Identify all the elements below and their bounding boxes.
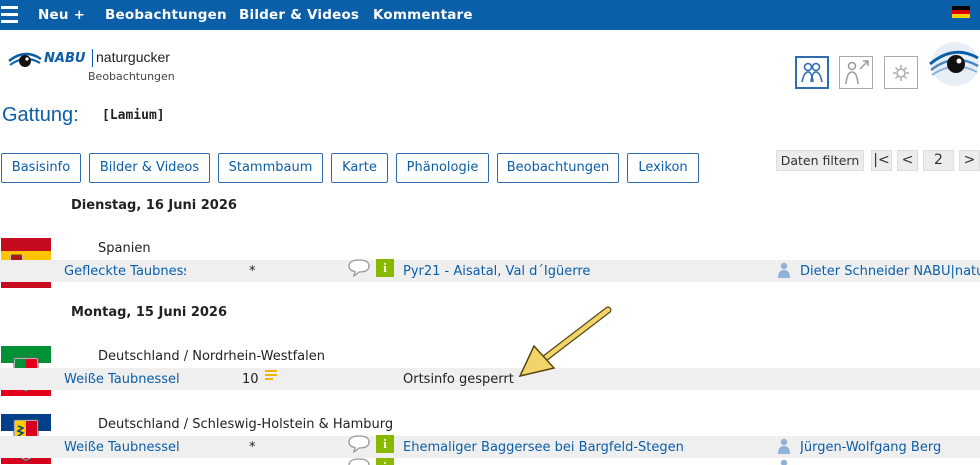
menu-icon[interactable] bbox=[1, 6, 19, 23]
logo-subtitle: Beobachtungen bbox=[88, 70, 175, 83]
comment-bubble-icon[interactable] bbox=[347, 458, 371, 465]
tab-images-videos[interactable]: Bilder & Videos bbox=[89, 153, 210, 183]
region-label: Deutschland / Schleswig-Holstein & Hambu… bbox=[98, 417, 394, 432]
person-arrow-icon[interactable] bbox=[839, 56, 873, 89]
naturgucker-logo[interactable]: NABU naturgucker Beobachtungen bbox=[8, 44, 178, 88]
prev-page-button[interactable]: < bbox=[897, 150, 918, 171]
eye-logo-icon bbox=[8, 52, 42, 67]
logo-nabu: NABU bbox=[44, 51, 86, 66]
tab-beobachtungen[interactable]: Beobachtungen bbox=[497, 153, 619, 183]
comment-bubble-icon[interactable] bbox=[347, 259, 371, 277]
tab-phaenologie[interactable]: Phänologie bbox=[396, 153, 489, 183]
next-page-button[interactable]: > bbox=[959, 150, 980, 171]
logo-divider bbox=[92, 49, 93, 67]
first-page-button[interactable]: |< bbox=[871, 150, 892, 171]
settings-icon[interactable] bbox=[884, 56, 918, 89]
german-flag-icon[interactable] bbox=[952, 6, 970, 18]
logo-name: naturgucker bbox=[96, 49, 170, 65]
count-value: * bbox=[249, 440, 256, 455]
count-value: * bbox=[249, 264, 256, 279]
genus-value: [Lamium] bbox=[102, 108, 165, 123]
top-nav-bar: Neu + Beobachtungen Bilder & Videos Komm… bbox=[0, 0, 980, 30]
tab-karte[interactable]: Karte bbox=[331, 153, 388, 183]
count-value: 10 bbox=[242, 372, 259, 387]
nav-images-videos[interactable]: Bilder & Videos bbox=[239, 7, 359, 23]
person-icon bbox=[778, 262, 790, 278]
date-heading: Dienstag, 16 Juni 2026 bbox=[71, 198, 237, 213]
genus-label: Gattung: bbox=[2, 104, 79, 126]
tab-stammbaum[interactable]: Stammbaum bbox=[218, 153, 323, 183]
observer-link[interactable]: Dieter Schneider NABU|naturgucker bbox=[800, 264, 980, 279]
tab-basisinfo[interactable]: Basisinfo bbox=[1, 153, 81, 183]
naturgucker-eye-icon[interactable] bbox=[928, 40, 980, 92]
location-locked: Ortsinfo gesperrt bbox=[403, 372, 514, 387]
region-label: Deutschland / Nordrhein-Westfalen bbox=[98, 349, 325, 364]
nav-new[interactable]: Neu + bbox=[38, 7, 85, 23]
person-icon bbox=[778, 438, 790, 454]
person-icon bbox=[780, 459, 788, 465]
annotation-arrow-icon bbox=[518, 306, 612, 378]
info-icon[interactable]: i bbox=[376, 435, 394, 453]
tab-lexikon[interactable]: Lexikon bbox=[627, 153, 699, 183]
nav-observations[interactable]: Beobachtungen bbox=[105, 7, 227, 23]
page-number[interactable]: 2 bbox=[923, 150, 954, 171]
info-icon[interactable]: i bbox=[376, 259, 394, 277]
location-link[interactable]: Ehemaliger Baggersee bei Bargfeld-Stegen bbox=[403, 440, 684, 455]
people-icon[interactable] bbox=[795, 56, 829, 89]
comment-bubble-icon[interactable] bbox=[347, 435, 371, 453]
species-link[interactable]: Weiße Taubnessel bbox=[64, 372, 186, 387]
nav-comments[interactable]: Kommentare bbox=[373, 7, 473, 23]
region-label: Spanien bbox=[98, 241, 151, 256]
date-heading: Montag, 15 Juni 2026 bbox=[71, 305, 228, 320]
notes-icon[interactable] bbox=[264, 369, 278, 383]
species-link[interactable]: Gefleckte Taubnessel bbox=[64, 264, 186, 279]
info-icon[interactable]: i bbox=[376, 458, 394, 465]
observer-link[interactable]: Jürgen-Wolfgang Berg bbox=[800, 440, 980, 455]
species-link[interactable]: Weiße Taubnessel bbox=[64, 440, 186, 455]
location-link[interactable]: Pyr21 - Aisatal, Val d´Igüerre bbox=[403, 264, 590, 279]
filter-data-button[interactable]: Daten filtern bbox=[776, 150, 864, 171]
